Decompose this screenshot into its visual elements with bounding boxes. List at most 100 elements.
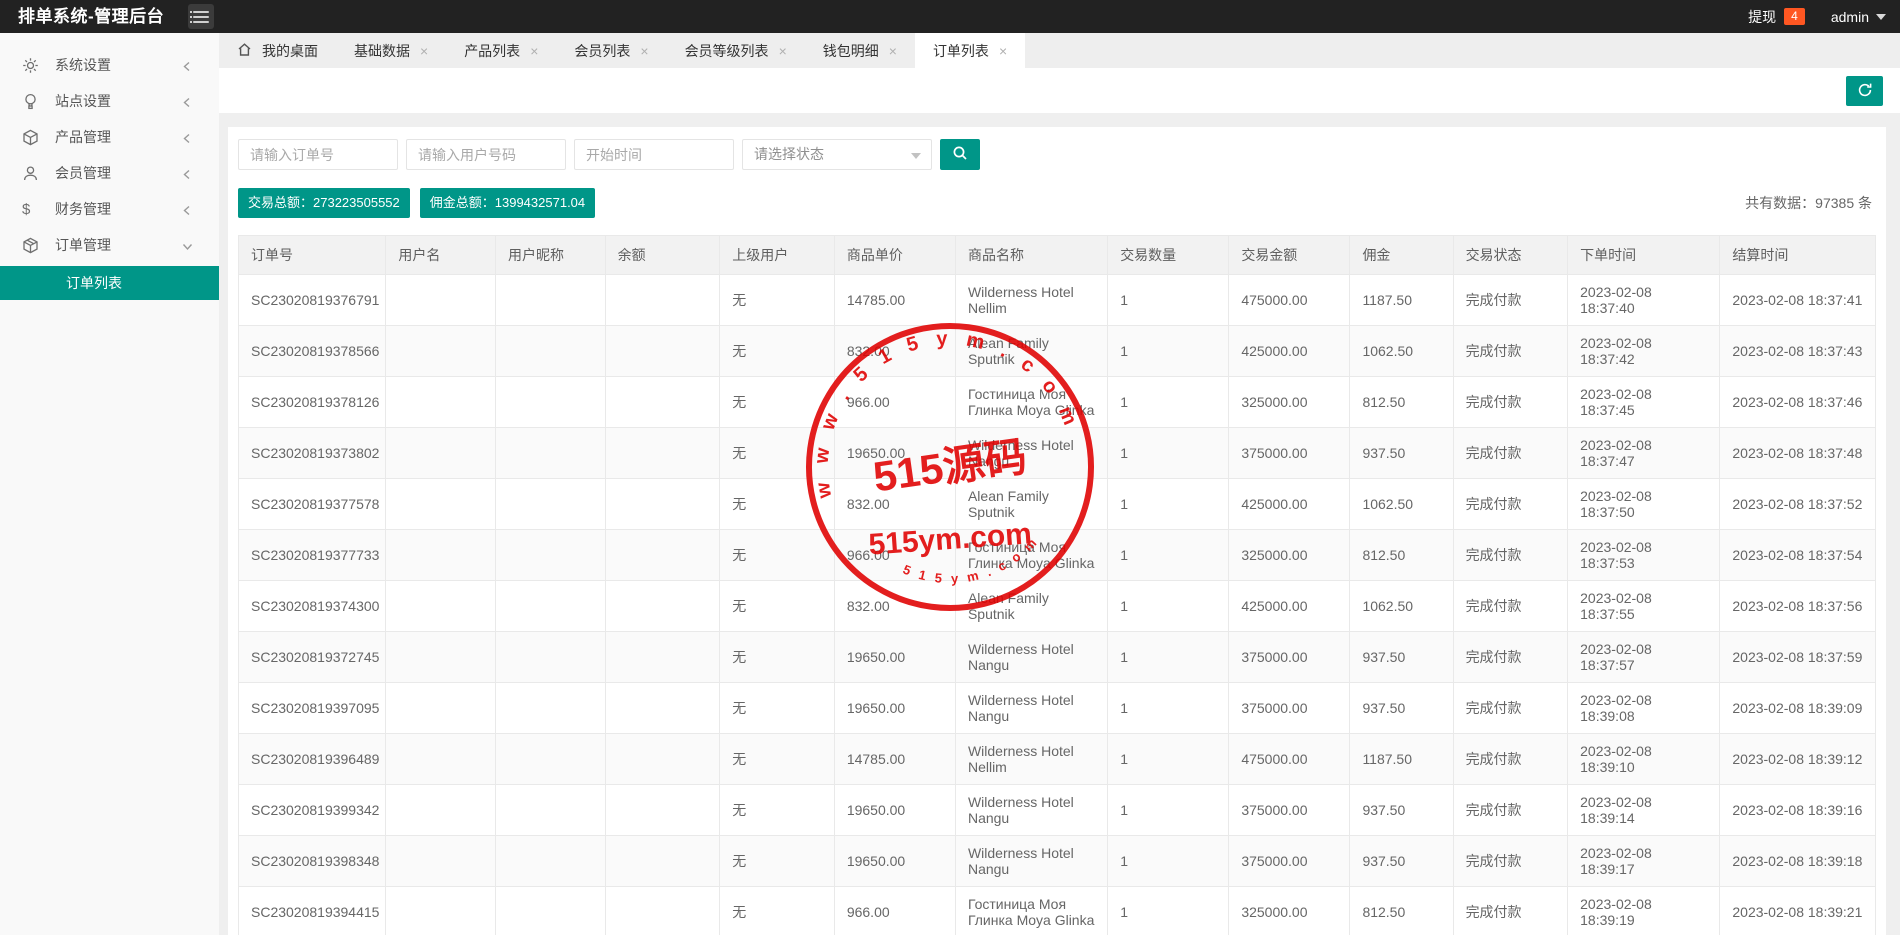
- table-cell: 375000.00: [1229, 632, 1350, 683]
- sidebar-item-4[interactable]: 会员管理: [0, 155, 219, 191]
- close-icon[interactable]: ×: [779, 43, 787, 59]
- trade-total-button[interactable]: 交易总额：273223505552: [238, 188, 410, 218]
- filter-row: 请选择状态: [238, 139, 1876, 170]
- table-cell: [496, 377, 606, 428]
- sidebar-subitem-active[interactable]: 订单列表: [0, 266, 219, 300]
- refresh-button[interactable]: [1846, 76, 1883, 106]
- table-cell: 812.50: [1350, 377, 1453, 428]
- column-header: 订单号: [239, 236, 386, 275]
- table-cell: 2023-02-08 18:37:43: [1720, 326, 1876, 377]
- table-cell: Гостиница Моя Глинка Moya Glinka: [955, 887, 1107, 935]
- table-row: SC23020819378126无966.00Гостиница Моя Гли…: [239, 377, 1876, 428]
- table-cell: Alean Family Sputnik: [955, 581, 1107, 632]
- sidebar-item-2[interactable]: 站点设置: [0, 83, 219, 119]
- user-number-input[interactable]: [406, 139, 566, 170]
- tab-7[interactable]: 订单列表×: [915, 33, 1025, 68]
- home-icon: [237, 42, 252, 60]
- table-cell: 2023-02-08 18:37:55: [1568, 581, 1720, 632]
- table-cell: 2023-02-08 18:37:54: [1720, 530, 1876, 581]
- tab-1[interactable]: 我的桌面: [219, 33, 336, 68]
- sidebar-item-3[interactable]: 产品管理: [0, 119, 219, 155]
- column-header: 上级用户: [720, 236, 835, 275]
- gear-icon: [22, 57, 39, 74]
- table-row: SC23020819373802无19650.00Wilderness Hote…: [239, 428, 1876, 479]
- table-cell: 2023-02-08 18:37:59: [1720, 632, 1876, 683]
- order-number-input[interactable]: [238, 139, 398, 170]
- table-cell: Гостиница Моя Глинка Moya Glinka: [955, 377, 1107, 428]
- column-header: 交易数量: [1108, 236, 1229, 275]
- tab-6[interactable]: 钱包明细 ×: [805, 33, 915, 68]
- table-cell: 2023-02-08 18:39:18: [1720, 836, 1876, 887]
- package-icon: [22, 237, 39, 254]
- sidebar-item-label: 订单管理: [55, 235, 111, 255]
- sidebar-item-6[interactable]: 订单管理: [0, 227, 219, 263]
- user-menu[interactable]: admin: [1831, 9, 1886, 25]
- table-cell: 无: [720, 734, 835, 785]
- table-cell: 425000.00: [1229, 479, 1350, 530]
- table-cell: 1: [1108, 428, 1229, 479]
- column-header: 商品名称: [955, 236, 1107, 275]
- table-row: SC23020819376791无14785.00Wilderness Hote…: [239, 275, 1876, 326]
- withdraw-menu[interactable]: 提现 4: [1748, 7, 1805, 27]
- hamburger-menu-icon[interactable]: [188, 4, 214, 29]
- chevron-down-icon: [911, 153, 921, 159]
- close-icon[interactable]: ×: [640, 43, 648, 59]
- table-cell: 937.50: [1350, 683, 1453, 734]
- table-cell: [496, 887, 606, 935]
- close-icon[interactable]: ×: [889, 43, 897, 59]
- tab-4[interactable]: 会员列表×: [556, 33, 666, 68]
- table-cell: [605, 581, 720, 632]
- table-cell: 完成付款: [1453, 530, 1568, 581]
- chevron-left-icon: [182, 203, 193, 214]
- table-row: SC23020819372745无19650.00Wilderness Hote…: [239, 632, 1876, 683]
- table-cell: 2023-02-08 18:37:50: [1568, 479, 1720, 530]
- table-cell: 1187.50: [1350, 734, 1453, 785]
- tab-2[interactable]: 基础数据 ×: [336, 33, 446, 68]
- table-cell: [496, 581, 606, 632]
- sidebar-item-label: 系统设置: [55, 55, 111, 75]
- table-cell: 1: [1108, 479, 1229, 530]
- commission-total-button[interactable]: 佣金总额：1399432571.04: [420, 188, 595, 218]
- orders-table-wrap: 订单号用户名用户昵称余额上级用户商品单价商品名称交易数量交易金额佣金交易状态下单…: [238, 235, 1876, 935]
- table-cell: SC23020819399342: [239, 785, 386, 836]
- table-cell: [496, 479, 606, 530]
- table-cell: 无: [720, 428, 835, 479]
- table-row: SC23020819378566无832.00Alean Family Sput…: [239, 326, 1876, 377]
- close-icon[interactable]: ×: [530, 43, 538, 59]
- table-cell: [605, 326, 720, 377]
- table-cell: 425000.00: [1229, 326, 1350, 377]
- table-cell: 475000.00: [1229, 734, 1350, 785]
- table-cell: [496, 326, 606, 377]
- balloon-icon: [22, 93, 39, 110]
- table-row: SC23020819377733无966.00Гостиница Моя Гли…: [239, 530, 1876, 581]
- tab-3[interactable]: 产品列表×: [446, 33, 556, 68]
- table-cell: 2023-02-08 18:37:46: [1720, 377, 1876, 428]
- table-row: SC23020819377578无832.00Alean Family Sput…: [239, 479, 1876, 530]
- column-header: 商品单价: [834, 236, 955, 275]
- status-select[interactable]: 请选择状态: [742, 139, 932, 170]
- sidebar-item-1[interactable]: 系统设置: [0, 47, 219, 83]
- table-cell: 1062.50: [1350, 326, 1453, 377]
- tab-5[interactable]: 会员等级列表×: [667, 33, 805, 68]
- table-cell: [605, 836, 720, 887]
- table-cell: 1: [1108, 683, 1229, 734]
- chevron-down-icon: [182, 239, 193, 250]
- table-cell: Wilderness Hotel Nangu: [955, 428, 1107, 479]
- sidebar-item-label: 产品管理: [55, 127, 111, 147]
- table-cell: 2023-02-08 18:37:48: [1720, 428, 1876, 479]
- withdraw-label: 提现: [1748, 7, 1776, 27]
- start-time-input[interactable]: [574, 139, 734, 170]
- table-cell: 完成付款: [1453, 836, 1568, 887]
- close-icon[interactable]: ×: [420, 43, 428, 59]
- sidebar-item-5[interactable]: $财务管理: [0, 191, 219, 227]
- table-cell: 无: [720, 683, 835, 734]
- table-cell: Wilderness Hotel Nangu: [955, 785, 1107, 836]
- close-icon[interactable]: ×: [999, 43, 1007, 59]
- tab-label: 基础数据: [354, 41, 410, 61]
- column-header: 余额: [605, 236, 720, 275]
- tab-label: 钱包明细: [823, 41, 879, 61]
- column-header: 下单时间: [1568, 236, 1720, 275]
- search-button[interactable]: [940, 139, 980, 170]
- table-cell: 1: [1108, 377, 1229, 428]
- table-cell: 1: [1108, 326, 1229, 377]
